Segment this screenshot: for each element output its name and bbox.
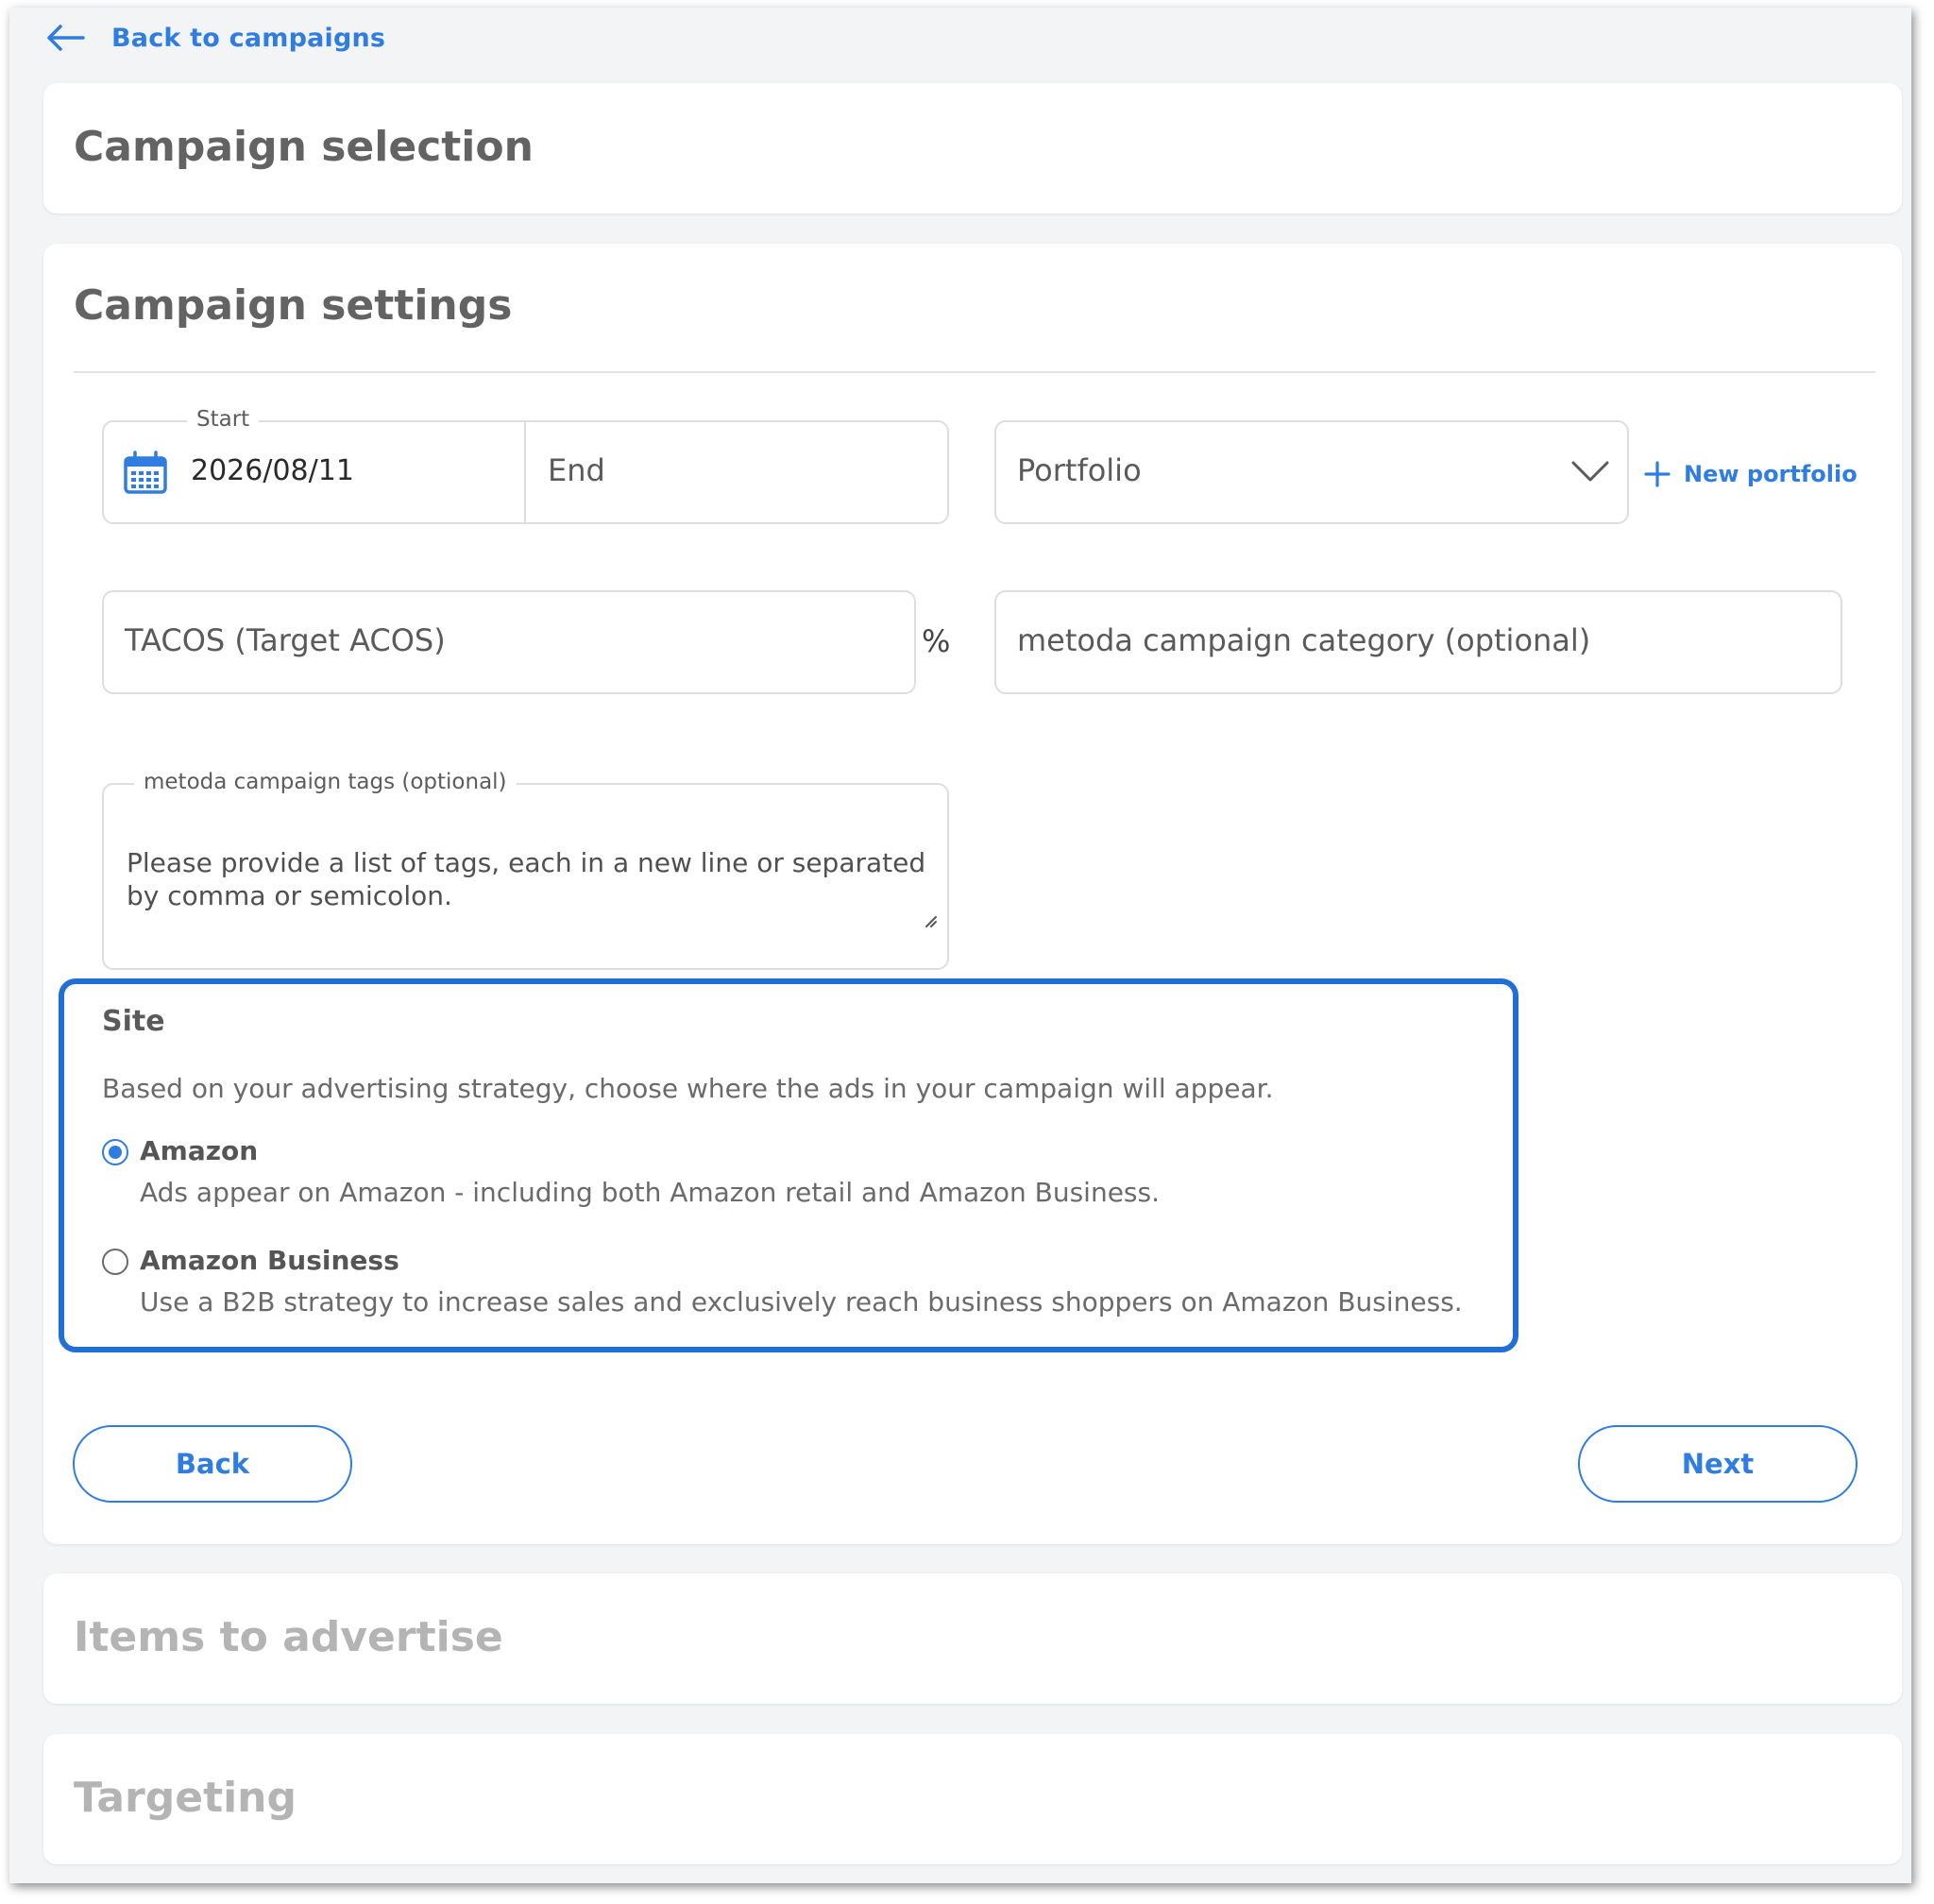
new-portfolio-link[interactable]: New portfolio bbox=[1644, 458, 1858, 490]
resize-handle-icon[interactable] bbox=[923, 913, 938, 928]
back-to-campaigns-link[interactable]: Back to campaigns bbox=[45, 17, 385, 59]
site-title: Site bbox=[102, 1005, 165, 1038]
campaign-tags-textarea[interactable]: metoda campaign tags (optional) Please p… bbox=[102, 770, 949, 970]
start-date-input[interactable]: 2026/08/11 bbox=[191, 454, 354, 487]
campaign-category-placeholder: metoda campaign category (optional) bbox=[1017, 622, 1591, 658]
back-to-campaigns-label: Back to campaigns bbox=[111, 23, 386, 53]
chevron-down-icon bbox=[1571, 461, 1609, 482]
amazon-business-option-description: Use a B2B strategy to increase sales and… bbox=[140, 1286, 1463, 1318]
section-divider bbox=[74, 371, 1875, 373]
portfolio-select[interactable]: Portfolio bbox=[994, 420, 1629, 524]
campaign-settings-title: Campaign settings bbox=[74, 281, 513, 330]
tacos-placeholder: TACOS (Target ACOS) bbox=[125, 622, 446, 658]
new-portfolio-label: New portfolio bbox=[1684, 461, 1858, 487]
campaign-selection-title: Campaign selection bbox=[74, 123, 534, 171]
items-to-advertise-card: Items to advertise bbox=[43, 1573, 1902, 1704]
amazon-option-description: Ads appear on Amazon - including both Am… bbox=[140, 1177, 1161, 1208]
amazon-radio[interactable] bbox=[102, 1139, 128, 1165]
next-button[interactable]: Next bbox=[1578, 1425, 1858, 1503]
site-description: Based on your advertising strategy, choo… bbox=[102, 1073, 1274, 1104]
tacos-percent-unit: % bbox=[922, 623, 951, 659]
campaign-selection-card[interactable]: Campaign selection bbox=[43, 83, 1902, 213]
campaign-tags-label: metoda campaign tags (optional) bbox=[134, 770, 517, 794]
end-date-input[interactable]: End bbox=[548, 452, 605, 488]
amazon-business-radio[interactable] bbox=[102, 1249, 128, 1275]
back-button[interactable]: Back bbox=[73, 1425, 352, 1503]
campaign-settings-card: Campaign settings Start 2026/08/11 End P… bbox=[43, 244, 1902, 1544]
tacos-input[interactable]: TACOS (Target ACOS) bbox=[102, 590, 916, 694]
date-separator bbox=[524, 422, 526, 522]
calendar-icon[interactable] bbox=[123, 450, 168, 496]
app-frame: Back to campaigns Campaign selection Cam… bbox=[9, 8, 1911, 1883]
campaign-category-input[interactable]: metoda campaign category (optional) bbox=[994, 590, 1842, 694]
campaign-tags-placeholder-line1: Please provide a list of tags, each in a… bbox=[127, 847, 926, 878]
amazon-business-option-label: Amazon Business bbox=[140, 1245, 399, 1276]
plus-icon bbox=[1644, 461, 1671, 487]
date-range-field: Start 2026/08/11 End bbox=[102, 407, 949, 524]
site-selection-group: Site Based on your advertising strategy,… bbox=[59, 978, 1518, 1352]
portfolio-placeholder: Portfolio bbox=[1017, 452, 1142, 488]
targeting-title: Targeting bbox=[74, 1774, 297, 1822]
amazon-option-label: Amazon bbox=[140, 1135, 259, 1166]
campaign-tags-placeholder-line2: by comma or semicolon. bbox=[127, 880, 452, 911]
arrow-left-icon bbox=[47, 25, 85, 51]
start-date-label: Start bbox=[187, 407, 260, 432]
items-to-advertise-title: Items to advertise bbox=[74, 1613, 503, 1661]
targeting-card: Targeting bbox=[43, 1734, 1902, 1864]
